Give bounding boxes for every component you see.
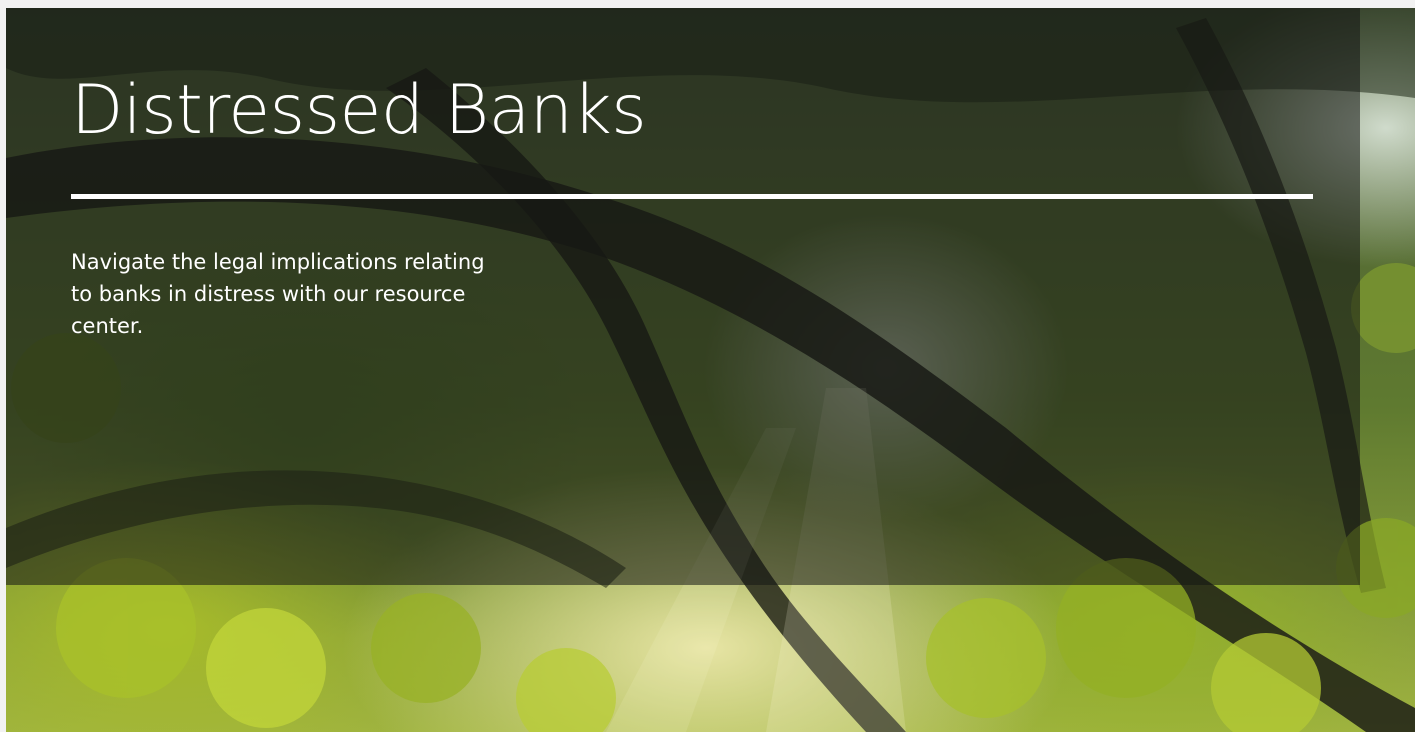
page-title: Distressed Banks [71,71,647,150]
hero-description: Navigate the legal implications relating… [71,250,485,338]
title-divider [71,194,1313,199]
